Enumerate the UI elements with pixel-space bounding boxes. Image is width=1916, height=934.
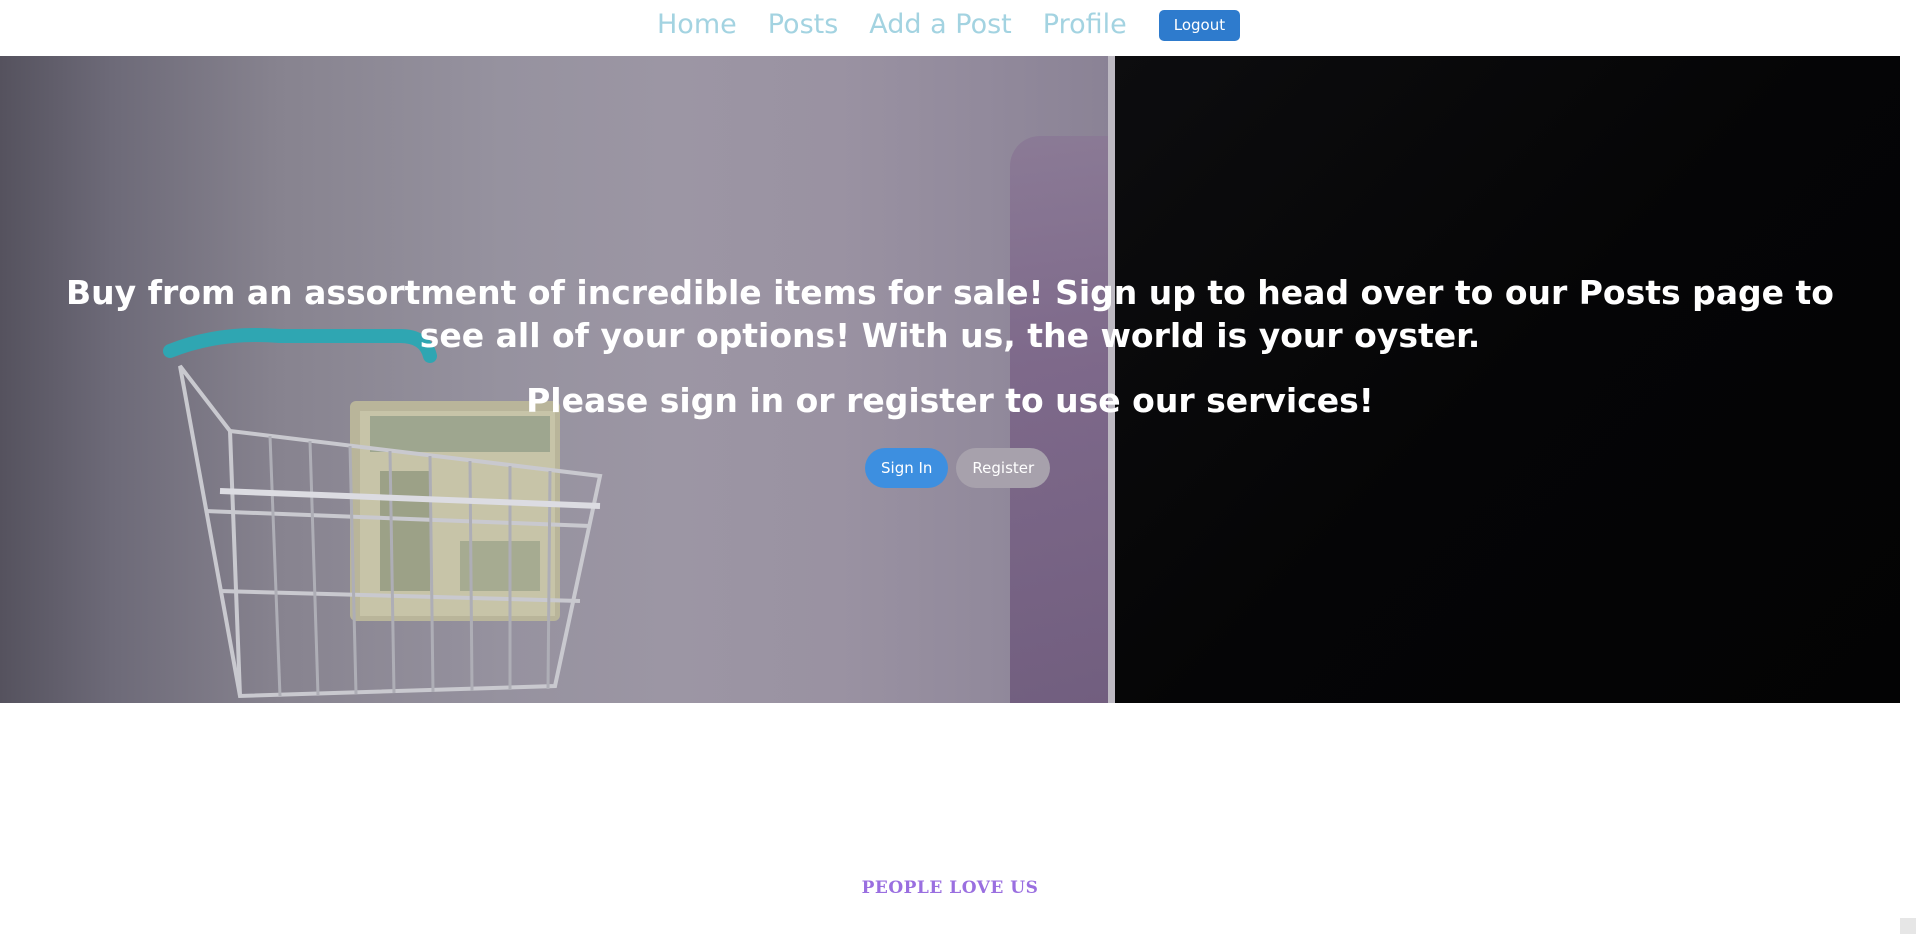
nav-add-post-link[interactable]: Add a Post bbox=[869, 8, 1011, 42]
scrollbar-corner bbox=[1900, 918, 1916, 934]
hero-headline: Buy from an assortment of incredible ite… bbox=[66, 273, 1834, 355]
sign-in-button[interactable]: Sign In bbox=[865, 448, 949, 488]
register-button[interactable]: Register bbox=[956, 448, 1051, 488]
hero-subheadline: Please sign in or register to use our se… bbox=[526, 381, 1374, 420]
testimonials-heading: PEOPLE LOVE US bbox=[861, 878, 1039, 899]
hero-actions: Sign In Register bbox=[865, 448, 1051, 488]
hero-banner: Buy from an assortment of incredible ite… bbox=[0, 56, 1900, 703]
nav-links: Home Posts Add a Post Profile Logout bbox=[657, 8, 1241, 42]
money-icon bbox=[350, 401, 560, 621]
logout-button[interactable]: Logout bbox=[1158, 9, 1241, 41]
navbar: Home Posts Add a Post Profile Logout bbox=[0, 0, 1900, 56]
nav-home-link[interactable]: Home bbox=[657, 8, 737, 42]
nav-posts-link[interactable]: Posts bbox=[768, 8, 839, 42]
shopping-cart-image bbox=[163, 328, 603, 699]
nav-profile-link[interactable]: Profile bbox=[1043, 8, 1127, 42]
